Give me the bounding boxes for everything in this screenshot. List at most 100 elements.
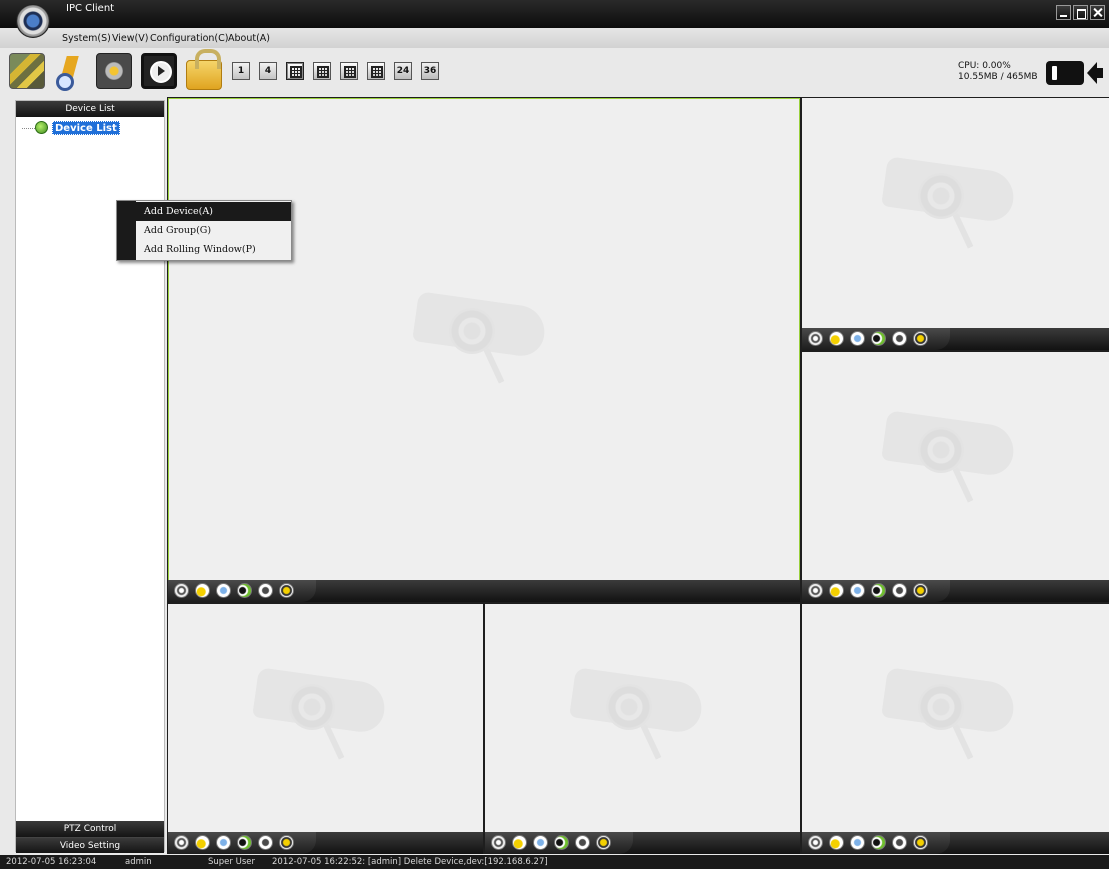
capture-icon[interactable]: [850, 835, 865, 850]
globe-icon: [35, 121, 48, 134]
video-viewport-2[interactable]: [802, 98, 1109, 350]
menu-bar: System(S) View(V) Configuration(C) About…: [0, 28, 1109, 48]
video-viewport-1[interactable]: [168, 98, 800, 602]
record-icon[interactable]: [808, 583, 823, 598]
audio-icon[interactable]: [871, 583, 886, 598]
snapshot-camera-icon[interactable]: [829, 583, 844, 598]
layout-36-button[interactable]: 36: [421, 62, 439, 80]
menu-view[interactable]: View(V): [112, 33, 148, 44]
lock-icon[interactable]: [186, 49, 222, 90]
capture-icon[interactable]: [216, 835, 231, 850]
speaker-icon[interactable]: [1087, 62, 1103, 84]
talk-icon[interactable]: [892, 331, 907, 346]
status-bar: 2012-07-05 16:23:04 admin Super User 201…: [0, 855, 1109, 869]
status-role: Super User: [208, 857, 255, 867]
video-viewport-4[interactable]: [168, 604, 483, 854]
layout-16-button[interactable]: [367, 62, 385, 80]
snapshot-camera-icon[interactable]: [829, 331, 844, 346]
record-icon[interactable]: [808, 331, 823, 346]
layout-1-button[interactable]: 1: [232, 62, 250, 80]
ptz-control-header[interactable]: PTZ Control: [16, 821, 164, 837]
record-icon[interactable]: [808, 835, 823, 850]
minimize-button[interactable]: [1056, 5, 1071, 20]
status-user: admin: [125, 857, 152, 867]
audio-toggle-button[interactable]: [1046, 61, 1084, 85]
capture-icon[interactable]: [216, 583, 231, 598]
video-viewport-3[interactable]: [802, 352, 1109, 602]
viewport-control-bar: [802, 832, 1109, 854]
video-viewport-6[interactable]: [802, 604, 1109, 854]
maximize-button[interactable]: [1073, 5, 1088, 20]
context-menu-gutter: [117, 201, 136, 260]
zoom-icon[interactable]: [913, 835, 928, 850]
camera-watermark-icon: [872, 153, 1022, 263]
menu-about[interactable]: About(A): [228, 33, 270, 44]
zoom-icon[interactable]: [279, 835, 294, 850]
viewport-control-bar: [168, 580, 800, 602]
audio-icon[interactable]: [871, 331, 886, 346]
layout-4-button[interactable]: 4: [259, 62, 277, 80]
menu-system[interactable]: System(S): [62, 33, 111, 44]
device-manager-icon[interactable]: [9, 53, 45, 89]
title-bar: IPC Client: [0, 0, 1109, 28]
zoom-icon[interactable]: [913, 583, 928, 598]
viewport-control-bar: [802, 580, 1109, 602]
capture-icon[interactable]: [533, 835, 548, 850]
capture-icon[interactable]: [850, 331, 865, 346]
menu-item-add-group[interactable]: Add Group(G): [136, 221, 291, 240]
viewport-control-bar: [168, 832, 483, 854]
snapshot-camera-icon[interactable]: [829, 835, 844, 850]
search-device-icon[interactable]: [51, 53, 87, 91]
audio-icon[interactable]: [554, 835, 569, 850]
record-icon[interactable]: [491, 835, 506, 850]
menu-item-add-rolling-window[interactable]: Add Rolling Window(P): [136, 240, 291, 259]
tree-root-device-list[interactable]: Device List: [52, 121, 120, 135]
talk-icon[interactable]: [892, 835, 907, 850]
video-viewport-5[interactable]: [485, 604, 800, 854]
status-log-message: 2012-07-05 16:22:52: [admin] Delete Devi…: [272, 857, 548, 867]
camera-watermark-icon: [403, 288, 553, 398]
zoom-icon[interactable]: [596, 835, 611, 850]
ipc-client-window: IPC Client System(S) View(V) Configurati…: [0, 0, 1109, 869]
audio-icon[interactable]: [871, 835, 886, 850]
snapshot-camera-icon[interactable]: [512, 835, 527, 850]
layout-6-button[interactable]: [286, 62, 304, 80]
status-time: 2012-07-05 16:23:04: [6, 857, 97, 867]
menu-configuration[interactable]: Configuration(C): [150, 33, 228, 44]
camera-watermark-icon: [872, 664, 1022, 774]
layout-9-button[interactable]: [340, 62, 358, 80]
memory-usage: 10.55MB / 465MB: [958, 72, 1038, 82]
audio-icon[interactable]: [237, 835, 252, 850]
talk-icon[interactable]: [575, 835, 590, 850]
device-list-header[interactable]: Device List: [16, 101, 164, 117]
cpu-usage: CPU: 0.00%: [958, 61, 1011, 71]
toolbar: 1 4 24 36 CPU: 0.00% 10.55MB / 465MB: [0, 48, 1109, 98]
record-icon[interactable]: [174, 583, 189, 598]
menu-item-add-device[interactable]: Add Device(A): [136, 202, 291, 221]
snapshot-camera-icon[interactable]: [195, 835, 210, 850]
context-menu: Add Device(A) Add Group(G) Add Rolling W…: [116, 200, 292, 261]
zoom-icon[interactable]: [913, 331, 928, 346]
camera-watermark-icon: [872, 407, 1022, 517]
viewport-control-bar: [802, 328, 1109, 350]
app-logo-icon[interactable]: [16, 4, 50, 38]
camera-watermark-icon: [243, 664, 393, 774]
talk-icon[interactable]: [258, 835, 273, 850]
settings-gear-icon[interactable]: [96, 53, 132, 89]
record-icon[interactable]: [174, 835, 189, 850]
zoom-icon[interactable]: [279, 583, 294, 598]
talk-icon[interactable]: [258, 583, 273, 598]
playback-icon[interactable]: [141, 53, 177, 89]
layout-24-button[interactable]: 24: [394, 62, 412, 80]
video-setting-header[interactable]: Video Setting: [16, 837, 164, 853]
snapshot-camera-icon[interactable]: [195, 583, 210, 598]
capture-icon[interactable]: [850, 583, 865, 598]
resource-usage: CPU: 0.00% 10.55MB / 465MB: [958, 61, 1038, 83]
audio-icon[interactable]: [237, 583, 252, 598]
viewport-control-bar: [485, 832, 800, 854]
video-grid: [167, 97, 1109, 854]
talk-icon[interactable]: [892, 583, 907, 598]
camera-watermark-icon: [560, 664, 710, 774]
layout-8-button[interactable]: [313, 62, 331, 80]
close-button[interactable]: [1090, 5, 1105, 20]
